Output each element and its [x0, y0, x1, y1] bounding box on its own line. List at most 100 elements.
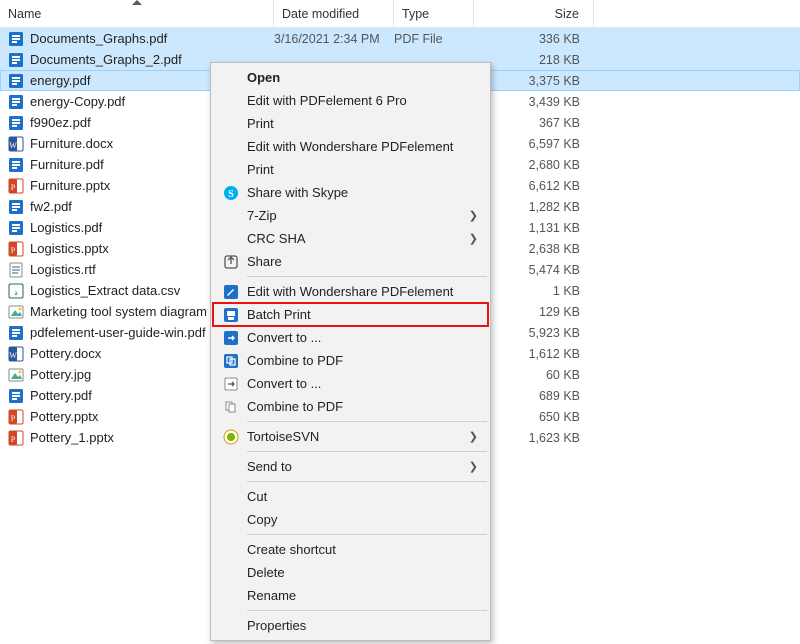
pdf-file-icon: [8, 73, 24, 89]
file-size: 1,131 KB: [474, 221, 594, 235]
ws-combine2-icon: [219, 399, 243, 415]
file-name: Marketing tool system diagram: [30, 304, 207, 319]
ws-edit-icon: [219, 284, 243, 300]
menu-item-combine-to-pdf[interactable]: Combine to PDF: [213, 395, 488, 418]
menu-separator: [247, 451, 487, 452]
menu-item-open[interactable]: Open: [213, 66, 488, 89]
docx-file-icon: [8, 136, 24, 152]
file-name: Pottery.docx: [30, 346, 101, 361]
menu-item-label: Rename: [243, 588, 488, 603]
menu-item-cut[interactable]: Cut: [213, 485, 488, 508]
column-header-size[interactable]: Size: [474, 0, 594, 27]
menu-item-label: Edit with Wondershare PDFelement: [243, 139, 488, 154]
menu-item-label: Convert to ...: [243, 330, 488, 345]
menu-item-copy[interactable]: Copy: [213, 508, 488, 531]
sort-ascending-icon: [132, 0, 142, 5]
docx-file-icon: [8, 346, 24, 362]
pdf-file-icon: [8, 325, 24, 341]
pptx-file-icon: [8, 409, 24, 425]
menu-item-edit-with-wondershare-pdfelement[interactable]: Edit with Wondershare PDFelement: [213, 135, 488, 158]
pdf-file-icon: [8, 52, 24, 68]
file-size: 3,375 KB: [474, 74, 594, 88]
pdf-file-icon: [8, 220, 24, 236]
file-name: energy-Copy.pdf: [30, 94, 125, 109]
menu-item-label: Cut: [243, 489, 488, 504]
menu-item-label: Create shortcut: [243, 542, 488, 557]
menu-item-label: Send to: [243, 459, 488, 474]
menu-item-delete[interactable]: Delete: [213, 561, 488, 584]
file-size: 1,612 KB: [474, 347, 594, 361]
csv-file-icon: [8, 283, 24, 299]
menu-separator: [247, 481, 487, 482]
menu-item-create-shortcut[interactable]: Create shortcut: [213, 538, 488, 561]
menu-item-convert-to[interactable]: Convert to ...: [213, 326, 488, 349]
menu-item-print[interactable]: Print: [213, 112, 488, 135]
menu-item-label: Edit with PDFelement 6 Pro: [243, 93, 488, 108]
column-header-date[interactable]: Date modified: [274, 0, 394, 27]
file-size: 6,612 KB: [474, 179, 594, 193]
submenu-arrow-icon: ❯: [469, 209, 478, 222]
pptx-file-icon: [8, 178, 24, 194]
submenu-arrow-icon: ❯: [469, 430, 478, 443]
column-header-label: Type: [402, 7, 429, 21]
menu-separator: [247, 534, 487, 535]
menu-item-properties[interactable]: Properties: [213, 614, 488, 637]
file-size: 2,680 KB: [474, 158, 594, 172]
menu-item-print[interactable]: Print: [213, 158, 488, 181]
file-date: 3/16/2021 2:34 PM: [274, 32, 394, 46]
file-size: 336 KB: [474, 32, 594, 46]
file-name: Logistics.rtf: [30, 262, 96, 277]
file-name: Pottery.jpg: [30, 367, 91, 382]
submenu-arrow-icon: ❯: [469, 460, 478, 473]
menu-item-crc-sha[interactable]: CRC SHA❯: [213, 227, 488, 250]
menu-item-combine-to-pdf[interactable]: Combine to PDF: [213, 349, 488, 372]
file-name: Logistics.pdf: [30, 220, 102, 235]
menu-item-batch-print[interactable]: Batch Print: [213, 303, 488, 326]
tsvn-icon: [219, 429, 243, 445]
file-name: Logistics_Extract data.csv: [30, 283, 180, 298]
file-name: Pottery.pdf: [30, 388, 92, 403]
menu-item-send-to[interactable]: Send to❯: [213, 455, 488, 478]
pdf-file-icon: [8, 388, 24, 404]
file-name: Furniture.pptx: [30, 178, 110, 193]
menu-item-label: Combine to PDF: [243, 353, 488, 368]
file-row[interactable]: Documents_Graphs.pdf3/16/2021 2:34 PMPDF…: [0, 28, 800, 49]
file-size: 689 KB: [474, 389, 594, 403]
column-header-type[interactable]: Type: [394, 0, 474, 27]
menu-item-edit-with-wondershare-pdfelement[interactable]: Edit with Wondershare PDFelement: [213, 280, 488, 303]
menu-item-rename[interactable]: Rename: [213, 584, 488, 607]
column-header-name[interactable]: Name: [0, 0, 274, 27]
menu-item-share-with-skype[interactable]: Share with Skype: [213, 181, 488, 204]
menu-item-label: Print: [243, 116, 488, 131]
share-icon: [219, 254, 243, 270]
menu-item-tortoisesvn[interactable]: TortoiseSVN❯: [213, 425, 488, 448]
menu-item-7-zip[interactable]: 7-Zip❯: [213, 204, 488, 227]
ws-combine-icon: [219, 353, 243, 369]
pdf-file-icon: [8, 31, 24, 47]
pptx-file-icon: [8, 430, 24, 446]
menu-item-label: 7-Zip: [243, 208, 488, 223]
menu-separator: [247, 276, 487, 277]
menu-item-edit-with-pdfelement-6-pro[interactable]: Edit with PDFelement 6 Pro: [213, 89, 488, 112]
file-name: Documents_Graphs_2.pdf: [30, 52, 182, 67]
file-name: f990ez.pdf: [30, 115, 91, 130]
file-size: 60 KB: [474, 368, 594, 382]
file-name: Furniture.pdf: [30, 157, 104, 172]
pdf-file-icon: [8, 157, 24, 173]
menu-item-label: Open: [243, 70, 488, 85]
file-size: 2,638 KB: [474, 242, 594, 256]
file-name: Logistics.pptx: [30, 241, 109, 256]
menu-item-label: Properties: [243, 618, 488, 633]
file-type: PDF File: [394, 32, 474, 46]
file-size: 650 KB: [474, 410, 594, 424]
img-file-icon: [8, 304, 24, 320]
column-header-label: Size: [555, 7, 579, 21]
file-name: pdfelement-user-guide-win.pdf: [30, 325, 206, 340]
file-name: Pottery.pptx: [30, 409, 98, 424]
menu-item-convert-to[interactable]: Convert to ...: [213, 372, 488, 395]
file-name: Furniture.docx: [30, 136, 113, 151]
menu-item-share[interactable]: Share: [213, 250, 488, 273]
file-size: 218 KB: [474, 53, 594, 67]
ws-convert2-icon: [219, 376, 243, 392]
menu-item-label: Share with Skype: [243, 185, 488, 200]
